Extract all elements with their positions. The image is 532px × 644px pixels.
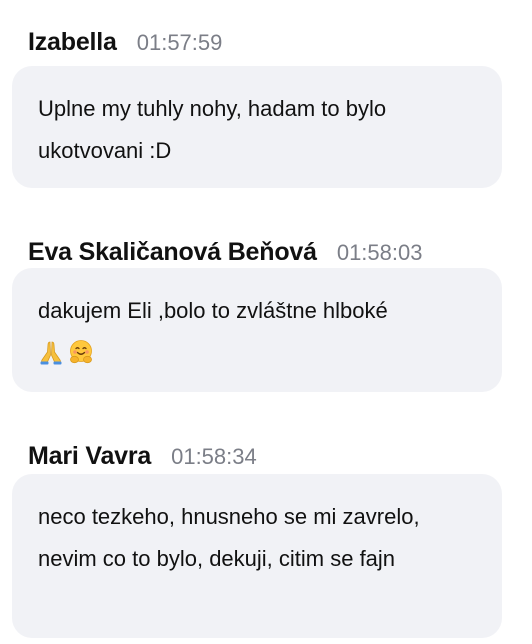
emoji-row <box>38 334 478 370</box>
message-bubble[interactable]: dakujem Eli ,bolo to zvláštne hlboké <box>12 268 502 392</box>
chat-message-list: Izabella 01:57:59 Uplne my tuhly nohy, h… <box>0 0 532 644</box>
author-name[interactable]: Izabella <box>28 28 117 57</box>
message-header: Eva Skaličanová Beňová 01:58:03 <box>28 238 422 266</box>
message-text: dakujem Eli ,bolo to zvláštne hlboké <box>38 298 388 323</box>
message-text: neco tezkeho, hnusneho se mi zavrelo, ne… <box>38 504 420 571</box>
message-bubble[interactable]: Uplne my tuhly nohy, hadam to bylo ukotv… <box>12 66 502 188</box>
author-name[interactable]: Mari Vavra <box>28 442 151 471</box>
message-timestamp: 01:58:34 <box>171 444 257 469</box>
author-name[interactable]: Eva Skaličanová Beňová <box>28 238 317 267</box>
message-timestamp: 01:57:59 <box>136 30 223 55</box>
folded-hands-icon <box>40 341 62 365</box>
message-text: Uplne my tuhly nohy, hadam to bylo ukotv… <box>38 96 387 163</box>
message-timestamp: 01:58:03 <box>336 240 423 265</box>
message-header: Mari Vavra 01:58:34 <box>28 442 257 470</box>
message-header: Izabella 01:57:59 <box>28 28 222 56</box>
hugging-face-icon <box>70 340 92 364</box>
message-bubble[interactable]: neco tezkeho, hnusneho se mi zavrelo, ne… <box>12 474 502 638</box>
